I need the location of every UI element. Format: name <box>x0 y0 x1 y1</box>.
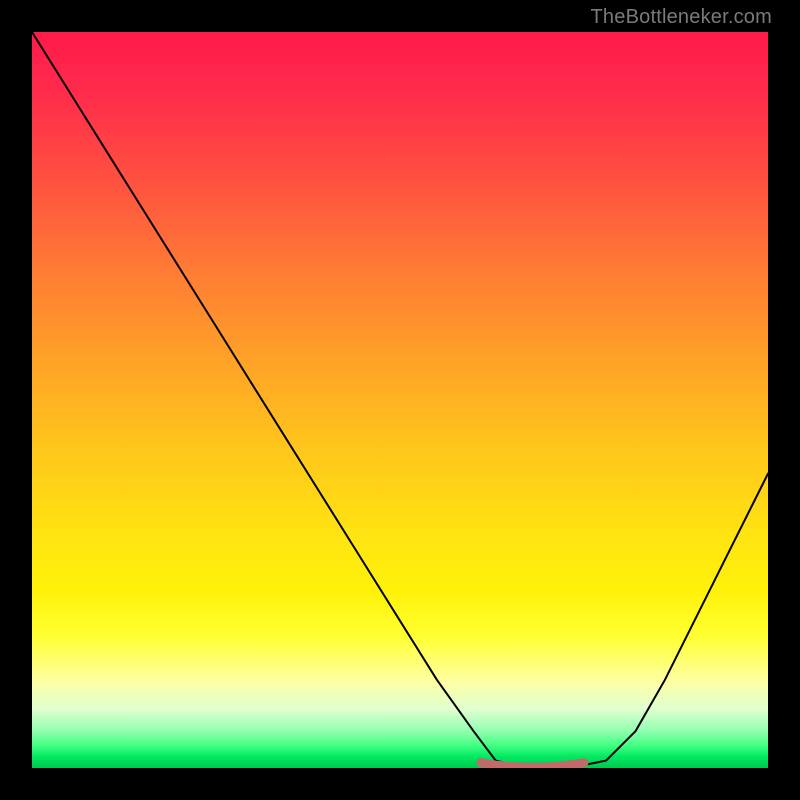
optimal-range-marker <box>481 763 584 768</box>
plot-area <box>32 32 768 768</box>
chart-container: TheBottleneker.com <box>0 0 800 800</box>
chart-svg <box>32 32 768 768</box>
watermark-text: TheBottleneker.com <box>591 6 772 29</box>
bottleneck-curve <box>32 32 768 768</box>
